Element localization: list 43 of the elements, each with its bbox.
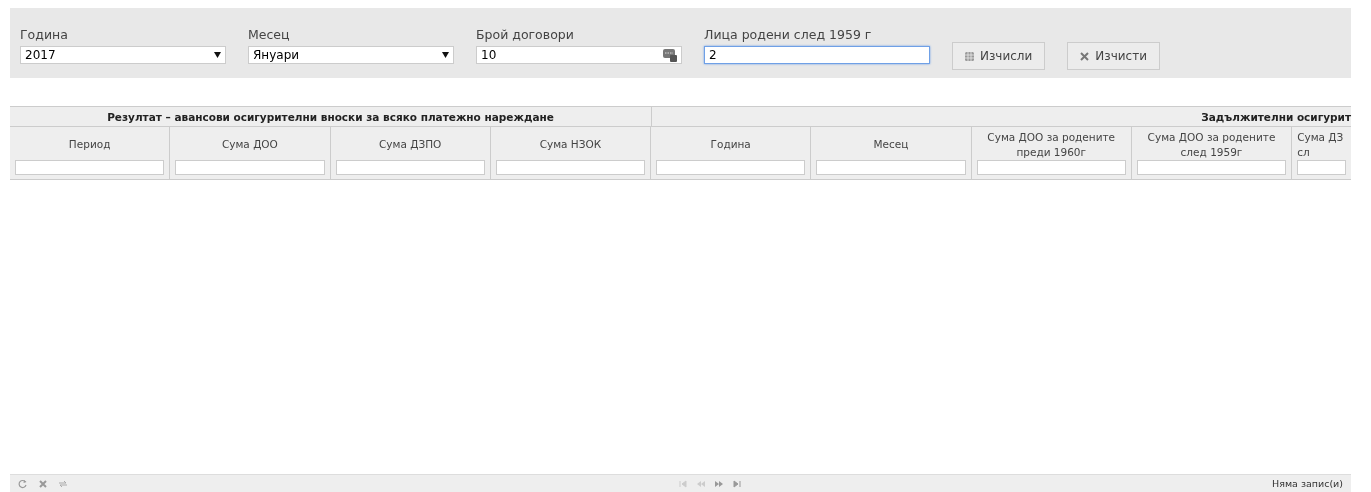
column-header[interactable]: Сума ДОО	[221, 129, 278, 160]
field-label: Лица родени след 1959 г	[704, 27, 873, 42]
clear-button[interactable]: Изчисти	[1067, 42, 1160, 70]
filter-field[interactable]	[1297, 160, 1347, 175]
grid-icon	[965, 51, 974, 61]
column-header[interactable]: Сума НЗОК	[539, 129, 602, 160]
input-field[interactable]: 2	[704, 46, 930, 64]
dropdown-caret-icon	[214, 52, 221, 58]
last-page-icon[interactable]	[732, 478, 742, 489]
group-header: Задължителни осигурит	[1201, 110, 1351, 123]
filter-field[interactable]	[175, 160, 325, 175]
field-label: Година	[20, 27, 69, 42]
calculator-icon[interactable]	[663, 48, 677, 62]
filter-field[interactable]	[335, 160, 485, 175]
filter-field[interactable]	[1136, 160, 1287, 175]
dropdown[interactable]: Януари	[248, 46, 454, 64]
column-header[interactable]: Сума ДОО за родените след 1959г	[1147, 129, 1276, 160]
group-header: Резултат – авансови осигурителни вноски за всяко платежно нареждане	[107, 110, 554, 123]
swap-arrows-icon[interactable]	[58, 478, 68, 489]
column-header[interactable]: Сума ДЗ сл	[1297, 129, 1344, 160]
field-label: Брой договори	[476, 27, 575, 42]
filter-field[interactable]	[816, 160, 966, 175]
filter-field[interactable]	[15, 160, 165, 175]
first-page-icon[interactable]	[678, 478, 688, 489]
filter-field[interactable]	[495, 160, 646, 175]
next-page-icon[interactable]	[714, 478, 724, 489]
filter-field[interactable]	[656, 160, 806, 175]
dropdown[interactable]: 2017	[20, 46, 226, 64]
refresh-icon[interactable]	[18, 478, 28, 489]
record-count-text: Няма запис(и)	[1272, 478, 1343, 489]
field-label: Месец	[248, 27, 291, 42]
filter-field[interactable]	[976, 160, 1126, 175]
close-icon[interactable]	[38, 478, 48, 489]
column-header[interactable]: Година	[710, 129, 751, 160]
input-field[interactable]: 10	[476, 46, 682, 64]
column-header[interactable]: Сума ДОО за родените преди 1960г	[987, 129, 1116, 160]
close-icon	[1080, 51, 1090, 61]
previous-page-icon[interactable]	[696, 478, 706, 489]
column-header[interactable]: Период	[68, 129, 111, 160]
column-header[interactable]: Сума ДЗПО	[379, 129, 442, 160]
column-header[interactable]: Месец	[873, 129, 909, 160]
calculate-button[interactable]: Изчисли	[952, 42, 1046, 70]
dropdown-caret-icon	[442, 52, 449, 58]
